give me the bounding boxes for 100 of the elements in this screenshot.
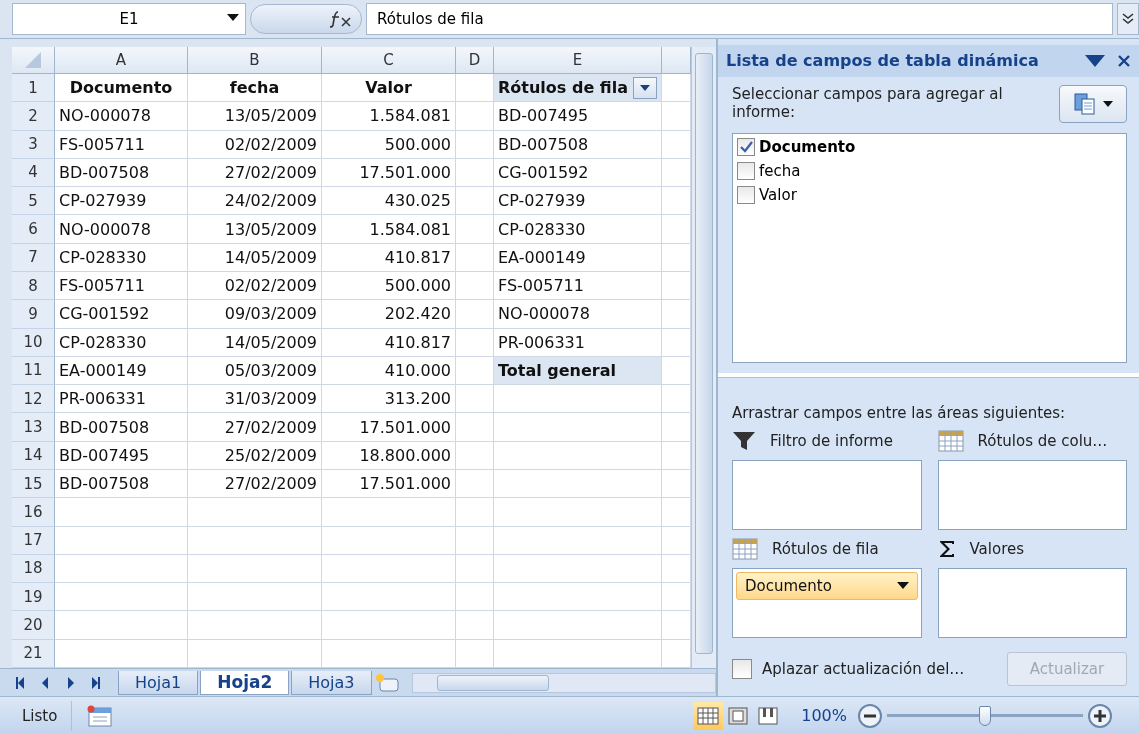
row-number: 19 <box>12 583 55 612</box>
table-cell: CP-027939 <box>55 187 188 216</box>
table-icon <box>937 430 964 452</box>
close-icon[interactable] <box>1117 53 1131 68</box>
row-number: 8 <box>12 272 55 301</box>
areas-instruction: Arrastrar campos entre las áreas siguientes: <box>732 404 1067 422</box>
defer-checkbox[interactable] <box>732 659 752 679</box>
macro-record-icon[interactable] <box>86 704 113 727</box>
column-header[interactable]: C <box>322 47 456 74</box>
table-cell: 02/02/2009 <box>188 130 322 159</box>
table-cell: FS-005711 <box>55 130 188 159</box>
pivot-cell: FS-005711 <box>494 272 662 301</box>
table-cell: 27/02/2009 <box>188 413 322 442</box>
caret-icon <box>640 84 650 91</box>
row-number: 1 <box>12 74 55 103</box>
row-number: 6 <box>12 215 55 244</box>
sheet-tab[interactable]: Hoja1 <box>118 670 199 695</box>
field-name: Valor <box>759 185 797 204</box>
table-cell: 27/02/2009 <box>188 158 322 188</box>
table-cell: 31/03/2009 <box>188 385 322 414</box>
pivot-cell: NO-000078 <box>494 300 662 329</box>
row-number: 21 <box>12 639 55 668</box>
table-cell: FS-005711 <box>55 272 188 301</box>
pivot-cell: CP-028330 <box>494 215 662 244</box>
row-number: 9 <box>12 300 55 329</box>
row-number: 12 <box>12 385 55 414</box>
column-header[interactable]: B <box>188 47 322 74</box>
grid-icon <box>697 706 720 725</box>
drop-area[interactable] <box>937 460 1127 530</box>
table-cell: 17.501.000 <box>322 470 456 499</box>
pivot-total: Total general <box>494 356 662 386</box>
dropdown-icon[interactable] <box>1085 54 1105 67</box>
column-header[interactable] <box>662 47 692 74</box>
fields-instruction: Seleccionar campos para agregar al informe: <box>732 84 1004 121</box>
row-number: 17 <box>12 526 55 555</box>
layout-dropdown-button[interactable] <box>1059 84 1127 123</box>
zoom-in-icon[interactable] <box>1087 702 1113 729</box>
vertical-scrollbar[interactable] <box>691 47 716 668</box>
drop-area[interactable] <box>937 568 1127 638</box>
sheet-tab[interactable]: Hoja2 <box>200 670 290 695</box>
column-title: Valor <box>322 74 456 103</box>
row-number: 3 <box>12 130 55 159</box>
row-number: 5 <box>12 187 55 216</box>
filter-dropdown-button[interactable] <box>633 76 657 99</box>
view-button[interactable] <box>693 701 724 730</box>
row-number: 7 <box>12 243 55 272</box>
row-number: 15 <box>12 470 55 499</box>
table-cell: PR-006331 <box>55 385 188 414</box>
table-cell: CG-001592 <box>55 300 188 329</box>
field-checkbox[interactable] <box>737 137 755 156</box>
table-cell: 13/05/2009 <box>188 215 322 244</box>
pivot-cell: BD-007508 <box>494 130 662 159</box>
table-cell: 410.000 <box>322 356 456 386</box>
area-field-button[interactable]: Documento <box>736 572 918 600</box>
drop-area[interactable] <box>732 460 922 530</box>
table-cell: 14/05/2009 <box>188 328 322 357</box>
slider-thumb[interactable] <box>979 705 991 726</box>
column-header[interactable]: A <box>55 47 188 74</box>
area-label: Rótulos de fila <box>772 540 879 558</box>
pivot-cell: CG-001592 <box>494 158 662 188</box>
chevron-icon <box>1122 13 1134 25</box>
expand-button[interactable] <box>1117 3 1139 35</box>
pivot-cell: PR-006331 <box>494 328 662 357</box>
zoom-out-icon[interactable] <box>857 702 883 729</box>
area-label: Valores <box>969 540 1024 558</box>
page-break-icon <box>758 706 779 725</box>
column-header[interactable]: E <box>494 47 662 74</box>
row-number: 10 <box>12 328 55 357</box>
field-checkbox[interactable] <box>737 185 755 204</box>
field-name: fecha <box>759 161 801 180</box>
horizontal-scrollbar[interactable] <box>411 672 716 693</box>
pivot-cell: BD-007495 <box>494 102 662 131</box>
triangle-icon <box>25 52 41 68</box>
table-cell: NO-000078 <box>55 215 188 244</box>
column-header[interactable]: D <box>456 47 494 74</box>
pivot-header: Rótulos de fila <box>498 78 628 98</box>
field-checkbox[interactable] <box>737 161 755 180</box>
row-number: 14 <box>12 441 55 470</box>
table-cell: 313.200 <box>322 385 456 414</box>
row-number: 18 <box>12 554 55 584</box>
pivot-cell: EA-000149 <box>494 243 662 272</box>
table-cell: CP-028330 <box>55 243 188 272</box>
table-cell: BD-007508 <box>55 470 188 499</box>
formula-field[interactable]: Rótulos de fila <box>366 3 1113 35</box>
table-cell: 05/03/2009 <box>188 356 322 386</box>
row-number: 16 <box>12 498 55 527</box>
row-number: 2 <box>12 102 55 131</box>
page-icon <box>728 706 749 725</box>
column-title: fecha <box>188 74 322 103</box>
sheet-tab[interactable]: Hoja3 <box>291 670 372 695</box>
name-box[interactable]: E1 <box>12 3 246 35</box>
table-cell: 13/05/2009 <box>188 102 322 131</box>
pivot-cell: CP-027939 <box>494 187 662 216</box>
new-sheet-icon[interactable] <box>373 672 400 693</box>
select-all-corner[interactable] <box>12 47 55 74</box>
table-icon <box>732 538 758 560</box>
table-cell: 17.501.000 <box>322 413 456 442</box>
drop-area[interactable]: Documento <box>732 568 922 638</box>
caret-icon <box>896 582 909 590</box>
zoom-level[interactable]: 100% <box>801 706 847 725</box>
